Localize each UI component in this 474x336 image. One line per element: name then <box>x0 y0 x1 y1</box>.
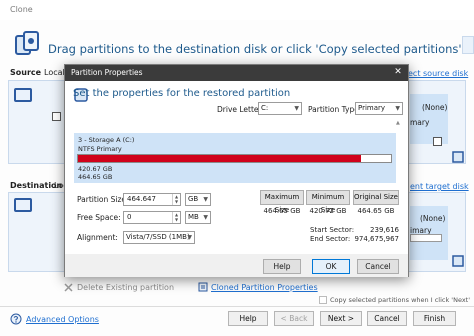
minimum-size-button[interactable]: Minimum Size <box>306 190 350 214</box>
partition-type-select[interactable]: Primary ▼ <box>355 102 403 115</box>
dialog-ok-button[interactable]: OK <box>312 259 350 274</box>
chevron-down-icon: ▼ <box>395 105 400 112</box>
partition-type: NTFS Primary <box>78 145 122 153</box>
chevron-down-icon: ▼ <box>203 196 208 203</box>
partition-size-unit: GB <box>188 195 199 203</box>
chevron-down-icon: ▼ <box>203 214 208 221</box>
free-space-unit: MB <box>188 213 199 221</box>
delete-x-icon <box>64 283 73 292</box>
dialog-heading: Set the properties for the restored part… <box>73 88 291 99</box>
scroll-up-icon[interactable]: ▲ <box>396 120 400 126</box>
drive-letter-select[interactable]: C: ▼ <box>258 102 302 115</box>
partition-size-unit-select[interactable]: GB ▼ <box>185 193 211 206</box>
source-edge-icon <box>451 150 465 164</box>
source-label: Source <box>10 68 42 77</box>
original-size-value: 464.65 GB <box>357 207 395 215</box>
properties-icon <box>198 282 208 292</box>
footer-back-button[interactable]: < Back <box>274 311 314 326</box>
delete-existing-partition[interactable]: Delete Existing partition <box>77 283 174 292</box>
minimum-size-value: 420.72 GB <box>309 207 347 215</box>
free-space-input[interactable]: 0 ▲ ▼ <box>123 211 181 224</box>
window-titlebar: Clone <box>0 0 474 20</box>
wizard-heading: Drag partitions to the destination disk … <box>48 42 462 56</box>
alignment-label: Alignment: <box>77 233 118 242</box>
destination-usage-bar <box>410 234 442 242</box>
spinner-icon[interactable]: ▲ ▼ <box>172 212 180 223</box>
destination-disk-icon <box>14 198 32 212</box>
dialog-cancel-button[interactable]: Cancel <box>357 259 399 274</box>
dialog-help-button[interactable]: Help <box>263 259 301 274</box>
source-checkbox[interactable] <box>52 112 61 121</box>
chevron-down-icon: ▼ <box>187 234 192 241</box>
partition-size-value: 464.647 <box>127 195 156 203</box>
partition-type-label: Partition Type: <box>308 105 362 114</box>
partition-used: 420.67 GB <box>78 165 113 173</box>
source-right-checkbox[interactable] <box>433 137 442 146</box>
partition-name: 3 - Storage A (C:) <box>78 136 135 144</box>
maximum-size-button[interactable]: Maximum Size <box>260 190 304 214</box>
footer-help-button[interactable]: Help <box>228 311 268 326</box>
clone-disk-icon <box>14 30 42 58</box>
window-title: Clone <box>10 5 33 14</box>
original-size-button[interactable]: Original Size <box>353 190 399 205</box>
free-space-unit-select[interactable]: MB ▼ <box>185 211 211 224</box>
dialog-titlebar: Partition Properties ✕ <box>65 65 408 81</box>
select-source-disk-link[interactable]: ect source disk <box>408 69 468 78</box>
drive-letter-value: C: <box>261 104 269 112</box>
partition-type-value: Primary <box>358 104 386 112</box>
footer-divider <box>0 306 474 307</box>
partition-usage-bar <box>77 154 392 163</box>
dialog-title: Partition Properties <box>71 68 143 77</box>
cloned-partition-properties-link[interactable]: Cloned Partition Properties <box>211 283 318 292</box>
free-space-label: Free Space: <box>77 213 121 222</box>
alignment-value: Vista/7/SSD (1MB) <box>126 233 190 241</box>
source-primary-text: mary <box>410 118 430 127</box>
scroll-edge <box>462 36 474 54</box>
advanced-options-icon <box>10 313 22 325</box>
partition-properties-dialog: Partition Properties ✕ Set the propertie… <box>64 64 409 277</box>
source-disk-icon <box>14 88 32 102</box>
dialog-body: Set the properties for the restored part… <box>65 81 408 277</box>
copy-on-next-checkbox[interactable] <box>319 296 327 304</box>
copy-on-next-label: Copy selected partitions when I click 'N… <box>330 296 471 304</box>
partition-size-label: Partition Size: <box>77 195 129 204</box>
footer-cancel-button[interactable]: Cancel <box>367 311 407 326</box>
partition-size-input[interactable]: 464.647 ▲ ▼ <box>123 193 181 206</box>
source-none-text: (None) <box>422 103 448 112</box>
free-space-value: 0 <box>127 213 132 221</box>
partition-usage-fill <box>78 155 361 162</box>
end-sector-value: 974,675,967 <box>354 235 399 243</box>
destination-edge-icon <box>451 254 465 268</box>
chevron-down-icon: ▼ <box>294 105 299 112</box>
footer-finish-button[interactable]: Finish <box>413 311 456 326</box>
alignment-select[interactable]: Vista/7/SSD (1MB) ▼ <box>123 231 195 244</box>
dialog-close-icon[interactable]: ✕ <box>391 66 405 79</box>
spinner-icon[interactable]: ▲ ▼ <box>172 194 180 205</box>
destination-none-text: (None) <box>420 214 446 223</box>
footer-next-button[interactable]: Next > <box>320 311 362 326</box>
drive-letter-label: Drive Letter: <box>217 105 265 114</box>
partition-block[interactable]: 3 - Storage A (C:) NTFS Primary 420.67 G… <box>74 133 396 183</box>
start-sector-value: 239,616 <box>370 226 399 234</box>
select-target-disk-link[interactable]: ent target disk <box>410 182 469 191</box>
advanced-options-link[interactable]: Advanced Options <box>26 315 99 324</box>
partition-total: 464.65 GB <box>78 173 113 181</box>
maximum-size-value: 464.65 GB <box>263 207 301 215</box>
